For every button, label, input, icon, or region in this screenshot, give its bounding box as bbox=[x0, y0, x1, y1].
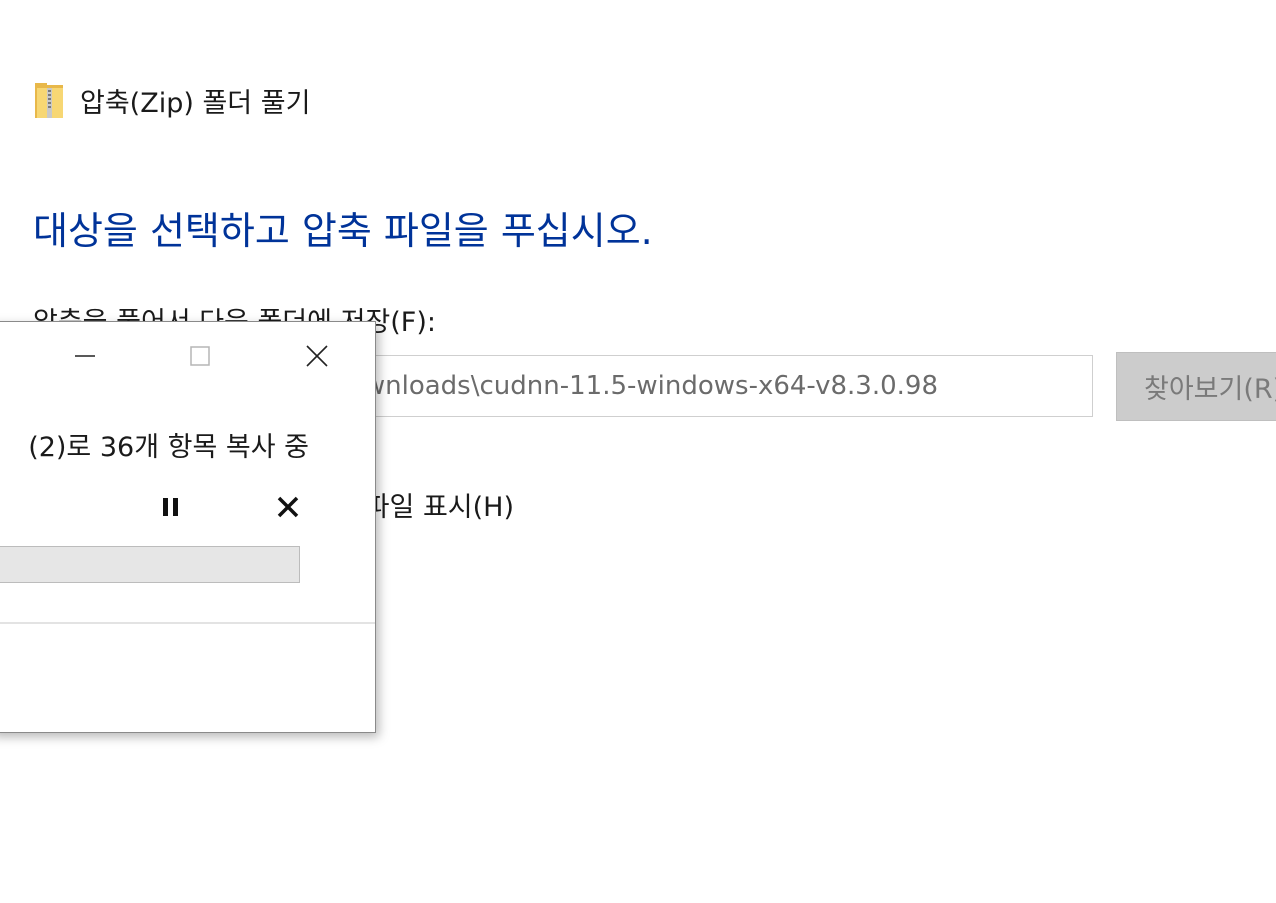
zip-folder-icon bbox=[35, 83, 63, 118]
browse-button[interactable]: 찾아보기(R)... bbox=[1116, 352, 1276, 421]
wizard-title-bar: 압축(Zip) 폴더 풀기 bbox=[34, 80, 310, 120]
extract-zip-wizard: 압축(Zip) 폴더 풀기 대상을 선택하고 압축 파일을 푸십시오. 압축을 … bbox=[0, 0, 1276, 903]
wizard-title: 압축(Zip) 폴더 풀기 bbox=[80, 87, 311, 119]
maximize-icon bbox=[190, 346, 210, 366]
close-button[interactable] bbox=[295, 334, 339, 378]
copy-progress-bar bbox=[0, 546, 300, 583]
stop-button[interactable] bbox=[268, 487, 308, 527]
minimize-button[interactable] bbox=[63, 334, 107, 378]
copy-status-text: (2)로 36개 항목 복사 중 bbox=[28, 432, 309, 463]
stop-icon bbox=[277, 496, 299, 518]
wizard-heading: 대상을 선택하고 압축 파일을 푸십시오. bbox=[33, 209, 653, 253]
pause-button[interactable] bbox=[151, 487, 191, 527]
pause-icon bbox=[163, 498, 178, 516]
dialog-divider bbox=[0, 622, 375, 624]
maximize-button[interactable] bbox=[178, 334, 222, 378]
close-icon bbox=[306, 345, 328, 367]
minimize-icon bbox=[75, 355, 95, 357]
copy-progress-dialog: (2)로 36개 항목 복사 중 bbox=[0, 321, 376, 733]
